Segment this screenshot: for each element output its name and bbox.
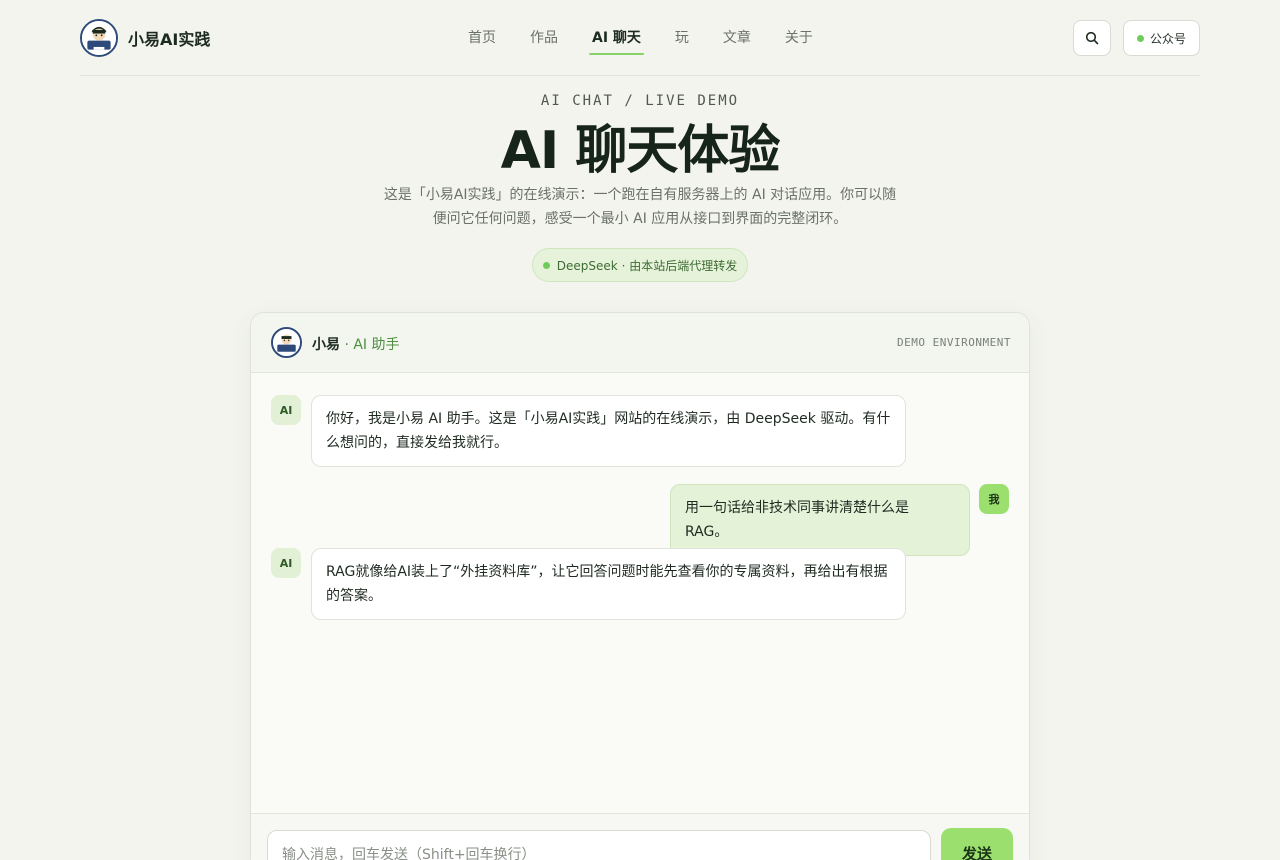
ai-avatar-tag: AI xyxy=(271,548,301,578)
online-dot-icon xyxy=(542,261,550,269)
ai-message: 你好，我是小易 AI 助手。这是「小易AI实践」网站的在线演示，由 DeepSe… xyxy=(311,395,906,467)
brand[interactable]: 小易AI实践 xyxy=(80,19,210,57)
message-composer: 发送 xyxy=(251,813,1029,860)
search-icon xyxy=(1085,31,1099,45)
wechat-label: 公众号 xyxy=(1149,31,1186,46)
assistant-name: 小易 xyxy=(312,337,340,353)
assistant-avatar xyxy=(271,327,302,358)
search-button[interactable] xyxy=(1073,20,1111,56)
wechat-account-button[interactable]: 公众号 xyxy=(1123,20,1200,56)
chat-title: 小易 · AI 助手 xyxy=(312,334,400,354)
send-button[interactable]: 发送 xyxy=(941,828,1013,860)
hero-description: 这是「小易AI实践」的在线演示：一个跑在自有服务器上的 AI 对话应用。你可以随… xyxy=(383,187,897,227)
main-nav: 首页 作品 AI 聊天 玩 文章 关于 xyxy=(468,0,847,76)
model-badge-label: DeepSeek · 由本站后端代理转发 xyxy=(556,258,738,273)
user-message: 用一句话给非技术同事讲清楚什么是 RAG。 xyxy=(670,484,970,556)
brand-name: 小易AI实践 xyxy=(128,30,211,49)
environment-label: DEMO ENVIRONMENT xyxy=(897,336,1011,349)
nav-works[interactable]: 作品 xyxy=(530,0,558,76)
cartoon-avatar-icon xyxy=(273,329,300,356)
page-title: AI 聊天体验 xyxy=(500,121,781,181)
brand-logo xyxy=(80,19,118,57)
nav-ai-chat[interactable]: AI 聊天 xyxy=(589,0,644,76)
chat-panel: 小易 · AI 助手 DEMO ENVIRONMENT AI 你好，我是小易 A… xyxy=(250,312,1030,860)
online-dot-icon xyxy=(1136,34,1144,42)
nav-play[interactable]: 玩 xyxy=(675,0,689,76)
message-input[interactable] xyxy=(267,830,931,860)
chat-header: 小易 · AI 助手 DEMO ENVIRONMENT xyxy=(251,313,1029,373)
user-avatar-tag: 我 xyxy=(979,484,1009,514)
model-badge: DeepSeek · 由本站后端代理转发 xyxy=(532,248,748,282)
ai-message: RAG就像给AI装上了“外挂资料库”，让它回答问题时能先查看你的专属资料，再给出… xyxy=(311,548,906,620)
nav-home[interactable]: 首页 xyxy=(468,0,496,76)
nav-about[interactable]: 关于 xyxy=(785,0,813,76)
assistant-role: · AI 助手 xyxy=(340,337,400,353)
hero-eyebrow: AI CHAT / LIVE DEMO xyxy=(540,93,740,109)
site-header: 小易AI实践 首页 作品 AI 聊天 玩 文章 关于 公众号 xyxy=(80,0,1200,76)
cartoon-avatar-icon xyxy=(82,21,116,55)
nav-articles[interactable]: 文章 xyxy=(723,0,751,76)
ai-avatar-tag: AI xyxy=(271,395,301,425)
